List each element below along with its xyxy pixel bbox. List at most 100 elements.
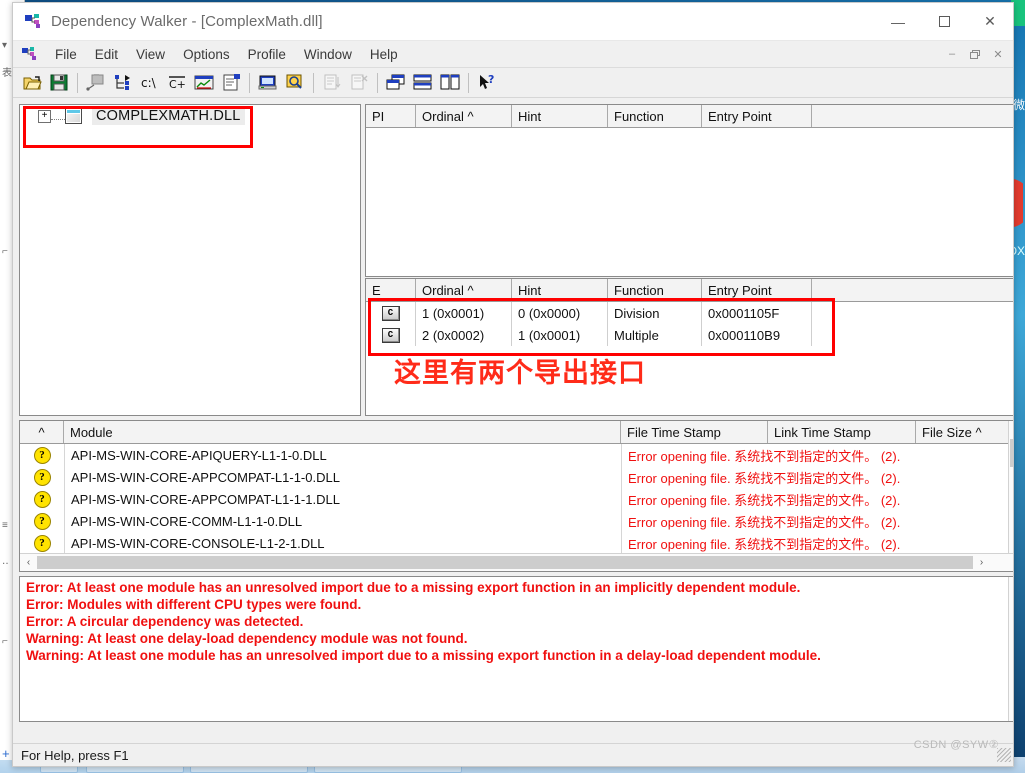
column-ordinal[interactable]: Ordinal ^	[416, 105, 512, 127]
save-icon[interactable]	[46, 70, 72, 95]
module-tree-pane[interactable]: + COMPLEXMATH.DLL	[19, 104, 361, 416]
table-row[interactable]: C 1 (0x0001) 0 (0x0000) Division 0x00011…	[366, 302, 1013, 324]
cell-error: Error opening file. 系统找不到指定的文件。 (2).	[621, 532, 1009, 554]
cell-module: API-MS-WIN-CORE-APPCOMPAT-L1-1-1.DLL	[64, 488, 621, 510]
module-list-pane[interactable]: ^ Module File Time Stamp Link Time Stamp…	[19, 420, 1013, 572]
properties-icon[interactable]	[218, 70, 244, 95]
menu-options[interactable]: Options	[174, 44, 239, 65]
export-function-list-pane[interactable]: E Ordinal ^ Hint Function Entry Point C …	[365, 278, 1013, 416]
column-entry-point[interactable]: Entry Point	[702, 279, 812, 301]
context-help-icon[interactable]: ?	[474, 70, 500, 95]
column-e[interactable]: E	[366, 279, 416, 301]
menu-edit[interactable]: Edit	[86, 44, 127, 65]
tree-root-label[interactable]: COMPLEXMATH.DLL	[92, 107, 245, 125]
export-list-header: E Ordinal ^ Hint Function Entry Point	[366, 279, 1013, 302]
scroll-down-arrow[interactable]: ∨	[1009, 704, 1013, 721]
cell-hint: 0 (0x0000)	[512, 302, 608, 324]
open-file-icon[interactable]	[19, 70, 45, 95]
tree-root-node[interactable]: + COMPLEXMATH.DLL	[20, 105, 360, 127]
table-row[interactable]: ? API-MS-WIN-CORE-APIQUERY-L1-1-0.DLL Er…	[20, 444, 1009, 466]
column-function[interactable]: Function	[608, 279, 702, 301]
cell-function: Division	[608, 302, 702, 324]
column-sort-indicator[interactable]: ^	[20, 421, 64, 443]
resize-grip[interactable]	[997, 748, 1011, 762]
mdi-restore-button[interactable]	[964, 44, 986, 64]
scroll-thumb[interactable]	[1010, 439, 1013, 467]
menu-profile[interactable]: Profile	[239, 44, 295, 65]
column-file-size[interactable]: File Size ^	[916, 421, 1009, 443]
annotation-text: 这里有两个导出接口	[394, 358, 646, 389]
tile-horizontal-icon[interactable]	[410, 70, 436, 95]
system-info-icon[interactable]	[255, 70, 281, 95]
unknown-module-icon: ?	[33, 534, 51, 552]
undecorate-cpp-icon[interactable]: C++	[164, 70, 190, 95]
column-file-time-stamp[interactable]: File Time Stamp	[621, 421, 768, 443]
table-row[interactable]: C 2 (0x0002) 1 (0x0001) Multiple 0x00011…	[366, 324, 1013, 346]
full-paths-icon[interactable]: c:\	[137, 70, 163, 95]
close-button[interactable]: ✕	[967, 3, 1013, 40]
cell-entry-point: 0x0001105F	[702, 302, 812, 324]
scroll-thumb[interactable]	[37, 556, 973, 569]
column-filler[interactable]	[812, 279, 1013, 301]
column-hint[interactable]: Hint	[512, 105, 608, 127]
menu-view[interactable]: View	[127, 44, 174, 65]
column-module[interactable]: Module	[64, 421, 621, 443]
menu-window[interactable]: Window	[295, 44, 361, 65]
table-row[interactable]: ? API-MS-WIN-CORE-CONSOLE-L1-2-1.DLL Err…	[20, 532, 1009, 554]
desktop-partial-text: 微	[1012, 98, 1025, 112]
scroll-right-arrow[interactable]: ›	[973, 557, 990, 568]
cascade-windows-icon[interactable]	[383, 70, 409, 95]
column-hint[interactable]: Hint	[512, 279, 608, 301]
autoexpand-icon[interactable]	[83, 70, 109, 95]
cell-ordinal: 1 (0x0001)	[416, 302, 512, 324]
status-bar: For Help, press F1	[13, 743, 1013, 766]
tile-vertical-icon[interactable]	[437, 70, 463, 95]
table-row[interactable]: ? API-MS-WIN-CORE-APPCOMPAT-L1-1-1.DLL E…	[20, 488, 1009, 510]
dependency-walker-window: Dependency Walker - [ComplexMath.dll] — …	[12, 2, 1014, 767]
column-ordinal[interactable]: Ordinal ^	[416, 279, 512, 301]
svg-text:c:\: c:\	[141, 76, 157, 90]
tree-expander-icon[interactable]: +	[38, 109, 51, 123]
column-filler[interactable]	[812, 105, 1013, 127]
scroll-down-arrow[interactable]: ∨	[1009, 537, 1013, 554]
import-function-list-pane[interactable]: PI Ordinal ^ Hint Function Entry Point	[365, 104, 1013, 277]
menu-file[interactable]: File	[46, 44, 86, 65]
module-list-hscrollbar[interactable]: ‹ ›	[20, 553, 1013, 571]
window-title: Dependency Walker - [ComplexMath.dll]	[51, 13, 323, 30]
menu-help[interactable]: Help	[361, 44, 407, 65]
scroll-up-arrow[interactable]: ∧	[1009, 421, 1013, 438]
toolbar-separator	[468, 72, 469, 93]
scroll-left-arrow[interactable]: ‹	[20, 557, 37, 568]
column-entry-point[interactable]: Entry Point	[702, 105, 812, 127]
toolbar: c:\ C++	[13, 68, 1013, 98]
table-row[interactable]: ? API-MS-WIN-CORE-COMM-L1-1-0.DLL Error …	[20, 510, 1009, 532]
mdi-minimize-button[interactable]: –	[941, 44, 963, 64]
export-function-icon: C	[381, 327, 400, 343]
toolbar-separator	[77, 72, 78, 93]
cell-module: API-MS-WIN-CORE-CONSOLE-L1-2-1.DLL	[64, 532, 621, 554]
minimize-button[interactable]: —	[875, 3, 921, 40]
maximize-button[interactable]	[921, 3, 967, 40]
search-icon[interactable]	[282, 70, 308, 95]
cell-hint: 1 (0x0001)	[512, 324, 608, 346]
clear-list-icon	[346, 70, 372, 95]
log-vscrollbar[interactable]: ∧ ∨	[1008, 577, 1013, 721]
mdi-close-button[interactable]: ✕	[987, 44, 1009, 64]
column-function[interactable]: Function	[608, 105, 702, 127]
unknown-module-icon: ?	[33, 468, 51, 486]
view-module-icon[interactable]	[191, 70, 217, 95]
log-output-pane[interactable]: Error: At least one module has an unreso…	[19, 576, 1013, 722]
unknown-module-icon: ?	[33, 490, 51, 508]
menu-bar: File Edit View Options Profile Window He…	[13, 41, 1013, 68]
column-pi[interactable]: PI	[366, 105, 416, 127]
cell-ordinal: 2 (0x0002)	[416, 324, 512, 346]
title-bar: Dependency Walker - [ComplexMath.dll] — …	[13, 3, 1013, 41]
toolbar-separator	[377, 72, 378, 93]
expand-all-icon[interactable]	[110, 70, 136, 95]
mdi-child-icon[interactable]	[22, 47, 38, 61]
column-link-time-stamp[interactable]: Link Time Stamp	[768, 421, 916, 443]
module-list-vscrollbar[interactable]: ∧ ∨	[1008, 421, 1013, 554]
table-row[interactable]: ? API-MS-WIN-CORE-APPCOMPAT-L1-1-0.DLL E…	[20, 466, 1009, 488]
log-line: Error: A circular dependency was detecte…	[26, 614, 304, 629]
scroll-up-arrow[interactable]: ∧	[1009, 577, 1013, 594]
